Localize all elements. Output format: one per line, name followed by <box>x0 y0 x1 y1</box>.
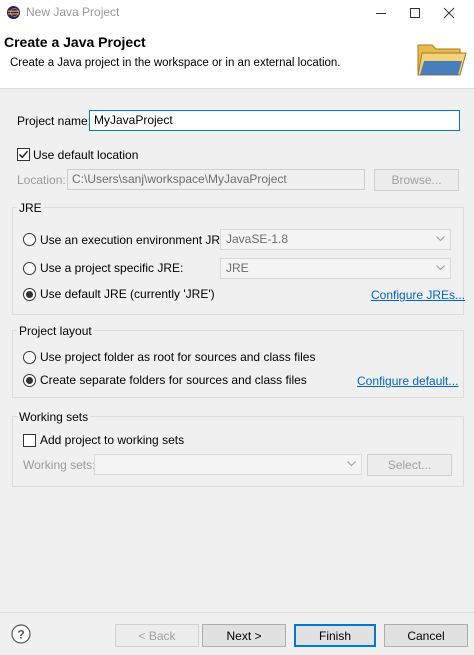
chevron-down-icon <box>436 265 445 271</box>
browse-button[interactable]: Browse... <box>374 169 459 191</box>
working-sets-select[interactable] <box>94 454 362 475</box>
configure-jres-link[interactable]: Configure JREs... <box>371 288 465 302</box>
execution-env-select[interactable]: JavaSE-1.8 <box>220 229 451 250</box>
maximize-icon <box>410 7 420 18</box>
project-specific-jre-value: JRE <box>226 261 249 275</box>
project-specific-jre-label: Use a project specific JRE: <box>40 261 184 275</box>
help-icon[interactable]: ? <box>11 624 31 644</box>
jre-group-title: JRE <box>17 201 44 215</box>
close-button[interactable] <box>432 0 466 25</box>
project-root-radio[interactable] <box>23 351 36 364</box>
working-sets-label: Working sets: <box>23 458 96 472</box>
chevron-down-icon <box>347 461 356 467</box>
project-specific-jre-select[interactable]: JRE <box>220 258 451 279</box>
project-layout-group-title: Project layout <box>17 324 94 338</box>
add-to-working-sets-label: Add project to working sets <box>40 433 185 447</box>
maximize-button[interactable] <box>398 0 432 25</box>
wizard-title: Create a Java Project <box>4 34 146 50</box>
chevron-down-icon <box>436 236 445 242</box>
location-input[interactable]: C:\Users\sanj\workspace\MyJavaProject <box>67 169 365 190</box>
execution-env-label: Use an execution environment JRE: <box>40 233 232 247</box>
minimize-button[interactable] <box>364 0 398 25</box>
execution-env-value: JavaSE-1.8 <box>226 232 289 246</box>
add-to-working-sets-checkbox[interactable] <box>23 434 36 447</box>
window-title: New Java Project <box>26 5 120 19</box>
use-default-location-label: Use default location <box>33 148 139 162</box>
minimize-icon <box>376 12 386 14</box>
project-root-label: Use project folder as root for sources a… <box>40 350 316 364</box>
select-working-sets-button[interactable]: Select... <box>367 454 452 476</box>
configure-default-link[interactable]: Configure default... <box>357 374 458 388</box>
close-icon <box>443 7 455 18</box>
separate-folders-label: Create separate folders for sources and … <box>40 373 307 387</box>
project-name-label: Project name: <box>17 114 92 128</box>
java-project-folder-icon <box>417 37 467 76</box>
cancel-button[interactable]: Cancel <box>384 624 468 647</box>
working-sets-group-title: Working sets <box>17 410 91 424</box>
project-specific-jre-radio[interactable] <box>23 262 36 275</box>
footer-separator <box>0 612 474 613</box>
back-button[interactable]: < Back <box>115 624 199 647</box>
checkmark-icon <box>18 150 29 159</box>
separate-folders-radio[interactable] <box>23 374 36 387</box>
default-jre-label: Use default JRE (currently 'JRE') <box>40 287 215 301</box>
eclipse-icon <box>6 5 21 20</box>
location-label: Location: <box>17 173 66 187</box>
wizard-header: Create a Java Project Create a Java proj… <box>0 25 474 89</box>
default-jre-radio[interactable] <box>23 288 36 301</box>
wizard-description: Create a Java project in the workspace o… <box>10 57 341 69</box>
execution-env-radio[interactable] <box>23 233 36 246</box>
working-sets-group <box>12 416 464 487</box>
finish-button[interactable]: Finish <box>294 624 376 647</box>
use-default-location-checkbox[interactable] <box>17 148 30 161</box>
svg-text:?: ? <box>17 628 24 642</box>
project-name-input[interactable]: MyJavaProject <box>89 110 460 131</box>
next-button[interactable]: Next > <box>202 624 286 647</box>
